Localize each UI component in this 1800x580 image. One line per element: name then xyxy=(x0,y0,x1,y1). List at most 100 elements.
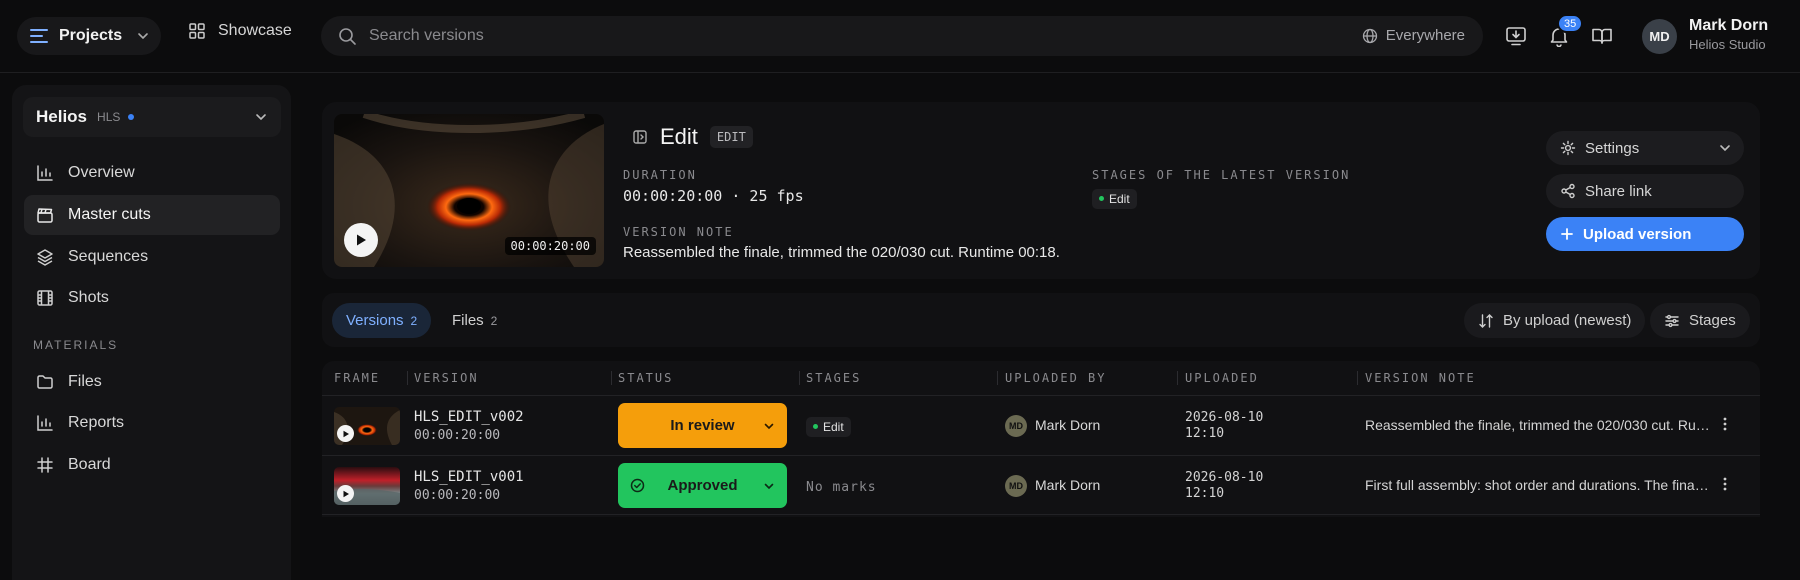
sidebar-item-label: Overview xyxy=(68,164,135,181)
duration-value: 00:00:20:00 · 25 fps xyxy=(623,187,804,205)
chevron-down-icon xyxy=(1718,141,1732,155)
version-note: Reassembled the finale, trimmed the 020/… xyxy=(1365,417,1710,433)
table-row[interactable]: HLS_EDIT_v002 00:00:20:00 In review Edit… xyxy=(322,395,1760,455)
column-header-stages: STAGES xyxy=(806,371,862,385)
column-header-uploaded: UPLOADED xyxy=(1185,371,1259,385)
version-name[interactable]: HLS_EDIT_v001 xyxy=(414,469,524,485)
upload-date-time: 12:10 xyxy=(1185,486,1225,501)
projects-menu-button[interactable]: Projects xyxy=(17,17,161,55)
sort-label: By upload (newest) xyxy=(1503,312,1632,329)
more-options-icon[interactable] xyxy=(1722,476,1728,492)
status-dropdown[interactable]: Approved xyxy=(618,463,787,508)
bar-chart-icon xyxy=(36,164,54,182)
column-divider xyxy=(799,371,800,385)
version-note: First full assembly: shot order and dura… xyxy=(1365,477,1710,493)
sidebar-item-label: Shots xyxy=(68,289,109,306)
uploader-avatar: MD xyxy=(1005,415,1027,437)
versions-table: FRAME VERSION STATUS STAGES UPLOADED BY … xyxy=(322,361,1760,517)
book-open-icon[interactable] xyxy=(1591,25,1613,47)
row-thumbnail[interactable] xyxy=(334,467,400,505)
showcase-label: Showcase xyxy=(218,22,292,39)
sidebar-item-label: Reports xyxy=(68,414,125,431)
status-label: Approved xyxy=(667,477,738,494)
status-dropdown[interactable]: In review xyxy=(618,403,787,448)
version-timecode: 00:00:20:00 xyxy=(414,488,501,503)
page-title: Edit xyxy=(660,124,698,149)
duration-label: DURATION xyxy=(623,168,697,182)
search-bar: Everywhere xyxy=(321,16,1483,56)
folder-icon xyxy=(36,373,54,391)
play-button[interactable] xyxy=(337,425,354,442)
uploader-name: Mark Dorn xyxy=(1035,417,1101,433)
version-note-label: VERSION NOTE xyxy=(623,225,734,239)
share-link-label: Share link xyxy=(1585,182,1652,200)
tabs-bar: Versions 2 Files 2 By upload (newest) St… xyxy=(322,293,1760,347)
version-name[interactable]: HLS_EDIT_v002 xyxy=(414,409,524,425)
project-selector[interactable]: Helios HLS xyxy=(23,97,281,137)
settings-button[interactable]: Settings xyxy=(1546,131,1744,165)
column-divider xyxy=(997,371,998,385)
sidebar-item-board[interactable]: Board xyxy=(24,445,280,485)
preview-thumbnail[interactable]: 00:00:20:00 xyxy=(334,114,604,267)
notifications-badge: 35 xyxy=(1557,14,1584,33)
stages-latest-label: STAGES OF THE LATEST VERSION xyxy=(1092,168,1351,182)
check-circle-icon xyxy=(630,478,645,493)
upload-date-day: 2026-08-10 xyxy=(1185,410,1264,425)
user-avatar[interactable]: MD xyxy=(1642,19,1677,54)
plus-icon xyxy=(1560,227,1574,241)
search-scope-label: Everywhere xyxy=(1385,27,1465,44)
hash-icon xyxy=(36,456,54,474)
column-header-version: VERSION xyxy=(414,371,479,385)
top-bar: Projects Showcase Everywhere 35 MD Mark … xyxy=(0,0,1800,73)
upload-version-button[interactable]: Upload version xyxy=(1546,217,1744,251)
search-input[interactable] xyxy=(369,27,1269,45)
uploader-name: Mark Dorn xyxy=(1035,477,1101,493)
tab-label: Versions xyxy=(346,312,404,329)
search-scope-selector[interactable]: Everywhere xyxy=(1362,27,1465,44)
upload-date-time: 12:10 xyxy=(1185,426,1225,441)
column-header-version-note: VERSION NOTE xyxy=(1365,371,1476,385)
table-row[interactable]: HLS_EDIT_v001 00:00:20:00 Approved No ma… xyxy=(322,455,1760,515)
sidebar-item-reports[interactable]: Reports xyxy=(24,403,280,443)
sliders-icon xyxy=(1664,313,1680,329)
tab-versions[interactable]: Versions 2 xyxy=(332,303,432,338)
panel-toggle-icon[interactable] xyxy=(632,129,648,145)
play-button[interactable] xyxy=(337,485,354,502)
stages-filter-label: Stages xyxy=(1689,312,1736,329)
showcase-link[interactable]: Showcase xyxy=(188,22,292,40)
column-header-status: STATUS xyxy=(618,371,674,385)
user-name: Mark Dorn xyxy=(1689,17,1769,34)
tab-count: 2 xyxy=(490,313,498,328)
sidebar-item-shots[interactable]: Shots xyxy=(24,278,280,318)
globe-icon xyxy=(1362,28,1378,44)
sidebar-item-overview[interactable]: Overview xyxy=(24,153,280,193)
sidebar-item-master-cuts[interactable]: Master cuts xyxy=(24,195,280,235)
row-thumbnail[interactable] xyxy=(334,407,400,445)
master-cut-header: 00:00:20:00 Edit EDIT DURATION 00:00:20:… xyxy=(322,102,1760,279)
more-options-icon[interactable] xyxy=(1722,416,1728,432)
sort-button[interactable]: By upload (newest) xyxy=(1464,303,1646,338)
sidebar-item-sequences[interactable]: Sequences xyxy=(24,237,280,277)
tab-files[interactable]: Files 2 xyxy=(438,303,511,338)
play-button[interactable] xyxy=(344,223,378,257)
status-label: In review xyxy=(670,417,735,434)
grid-icon xyxy=(188,22,206,40)
version-timecode: 00:00:20:00 xyxy=(414,428,501,443)
tab-label: Files xyxy=(452,312,484,329)
chevron-down-icon xyxy=(254,110,268,124)
column-divider xyxy=(407,371,408,385)
download-desktop-icon[interactable] xyxy=(1505,25,1527,47)
user-org: Helios Studio xyxy=(1689,37,1766,52)
upload-date-day: 2026-08-10 xyxy=(1185,470,1264,485)
bar-chart-icon xyxy=(36,414,54,432)
upload-date: 2026-08-10 12:10 xyxy=(1185,410,1263,442)
stages-filter-button[interactable]: Stages xyxy=(1650,303,1750,338)
sidebar-item-label: Master cuts xyxy=(68,206,151,223)
stage-chip-label: Edit xyxy=(823,419,844,434)
column-divider xyxy=(1357,371,1358,385)
sidebar-item-files[interactable]: Files xyxy=(24,362,280,402)
column-divider xyxy=(611,371,612,385)
share-link-button[interactable]: Share link xyxy=(1546,174,1744,208)
settings-label: Settings xyxy=(1585,139,1640,157)
uploader-avatar: MD xyxy=(1005,475,1027,497)
